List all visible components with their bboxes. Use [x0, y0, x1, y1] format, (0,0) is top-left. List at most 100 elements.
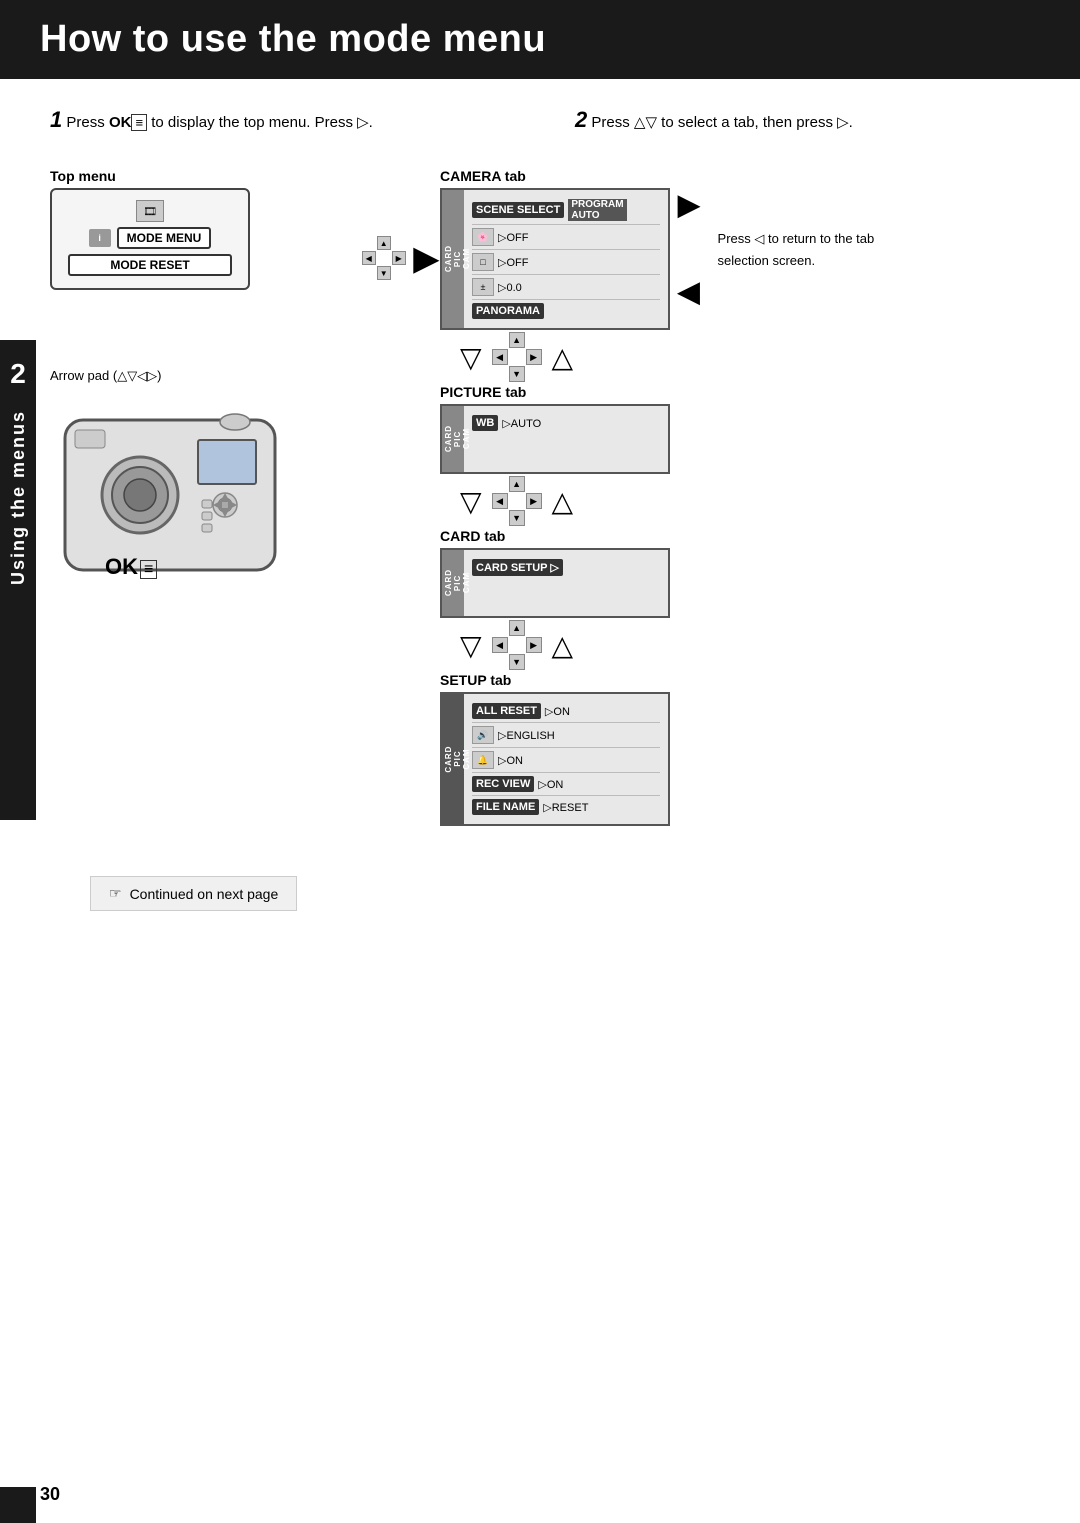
mid-arr-down: ▼: [509, 366, 525, 382]
flower-icon: 🌸: [472, 228, 494, 246]
top-icon-row: 🎞: [136, 200, 164, 222]
arr-right: ▶: [392, 251, 406, 265]
big-right-arrow: ▶: [414, 239, 439, 277]
mid-arrowpad-2: ▲ ◀ ▶ ▼: [492, 476, 542, 526]
up-arrow-1: △: [552, 341, 574, 374]
lang-val: ▷ENGLISH: [498, 729, 555, 742]
square-icon: □: [472, 253, 494, 271]
continued-note: ☞ Continued on next page: [90, 876, 297, 911]
step1-text: Press OK≡ to display the top menu. Press…: [66, 114, 372, 131]
vert-between-pic-card: ▽ ▲ ◀ ▶ ▼ △: [440, 476, 573, 526]
ok-text: i: [98, 233, 101, 243]
picture-tab-section: PICTURE tab SETCARDPICCAM WB ▷AUTO: [440, 384, 670, 474]
setup-tab-content: ALL RESET ▷ON 🔊 ▷ENGLISH 🔔 ▷ON: [464, 694, 668, 824]
setup-tab-section: SETUP tab SETUPCARDPICCAM ALL RESET ▷ON …: [440, 672, 670, 826]
down-arrow-1: ▽: [460, 341, 482, 374]
all-reset-val: ▷ON: [545, 705, 570, 718]
main-content: 1 Press OK≡ to display the top menu. Pre…: [0, 103, 1080, 911]
file-name-val: ▷RESET: [543, 801, 588, 814]
page-title: How to use the mode menu: [40, 18, 1040, 61]
card-tab-side: SETCARDPICCAM: [442, 550, 464, 616]
wb-val: ▷AUTO: [502, 417, 541, 430]
speaker-icon: 🔊: [472, 726, 494, 744]
file-name-label: FILE NAME: [472, 799, 539, 815]
wb-label: WB: [472, 415, 498, 431]
mid-arr-right: ▶: [526, 349, 542, 365]
mode-reset-button: MODE RESET: [68, 254, 232, 276]
mid3-arr-left: ◀: [492, 637, 508, 653]
camera-nav-arrows: ▶ ◀: [678, 188, 700, 308]
left-column: Top menu 🎞 i MODE MENU MODE RESET: [50, 168, 360, 826]
picture-tab-label: PICTURE tab: [440, 384, 670, 400]
camera-tab-row: SETCARDPICCAM SCENE SELECT PROGRAMAUTO 🌸: [440, 188, 700, 330]
mid3-arr-up: ▲: [509, 620, 525, 636]
bell-icon: 🔔: [472, 751, 494, 769]
card-tab-content: CARD SETUP ▷: [464, 550, 668, 585]
step-2: 2 Press △▽ to select a tab, then press ▷…: [575, 103, 1040, 136]
camera-side-labels: SETCARDPICCAM: [440, 245, 471, 272]
sidebar-section: 2 Using the menus: [0, 340, 36, 820]
continued-text: Continued on next page: [130, 886, 279, 902]
camera-tab-section: CAMERA tab SETCARDPICCAM SCENE SELE: [440, 168, 700, 330]
down-arrow-col: ▽: [460, 341, 482, 374]
scene-select-label: SCENE SELECT: [472, 202, 564, 218]
arr-down: ▼: [377, 266, 391, 280]
camera-image: OK≡: [50, 390, 300, 590]
step1-num: 1: [50, 107, 62, 132]
picture-tab-screen: SETCARDPICCAM WB ▷AUTO: [440, 404, 670, 474]
step2-num: 2: [575, 107, 587, 132]
camera-row-3: □ ▷OFF: [472, 250, 660, 275]
mode-menu-button: MODE MENU: [117, 227, 212, 249]
mode-menu-row: i MODE MENU: [89, 227, 212, 249]
camera-svg: [50, 390, 300, 590]
all-reset-label: ALL RESET: [472, 703, 541, 719]
top-menu-section: Top menu 🎞 i MODE MENU MODE RESET: [50, 168, 360, 290]
rec-view-val: ▷ON: [538, 778, 563, 791]
black-bar-decoration: [0, 1487, 36, 1523]
mid2-arr-down: ▼: [509, 510, 525, 526]
mid-arrowpad-3: ▲ ◀ ▶ ▼: [492, 620, 542, 670]
vert-between-cam-pic: ▽ ▲ ◀ ▶ ▼ △: [440, 332, 573, 382]
step2-text: Press △▽ to select a tab, then press ▷.: [591, 114, 852, 131]
setup-row-1: ALL RESET ▷ON: [472, 700, 660, 723]
mid2-arr-up: ▲: [509, 476, 525, 492]
mid-arr-left: ◀: [492, 349, 508, 365]
arrowpad-label: Arrow pad (△▽◁▷): [50, 368, 360, 384]
cam-left-arrow: ◀: [678, 275, 700, 308]
ok-menu-icon: ≡: [140, 560, 157, 579]
setup-row-5: FILE NAME ▷RESET: [472, 796, 660, 818]
top-arrow-section: ▲ ◀ ▶ ▼ ▶: [360, 206, 440, 826]
camera-row-5: PANORAMA: [472, 300, 660, 322]
card-side-labels: SETCARDPICCAM: [440, 569, 471, 596]
camera-row-1: SCENE SELECT PROGRAMAUTO: [472, 196, 660, 225]
ok-label: OK≡: [105, 554, 157, 580]
sidebar-label: Using the menus: [8, 410, 29, 585]
page-number: 30: [40, 1484, 60, 1505]
diagram-area: Top menu 🎞 i MODE MENU MODE RESET: [50, 168, 1040, 826]
sidebar-number: 2: [10, 358, 26, 390]
press-left-note: Press ◁ to return to the tab selection s…: [718, 228, 888, 272]
mid3-arr-right: ▶: [526, 637, 542, 653]
tabs-column: CAMERA tab SETCARDPICCAM SCENE SELE: [440, 168, 700, 826]
card-tab-section: CARD tab SETCARDPICCAM CARD SETUP ▷: [440, 528, 670, 618]
right-arrow-row: ▲ ◀ ▶ ▼ ▶: [362, 236, 439, 280]
arr-left: ◀: [362, 251, 376, 265]
down-arrow-3: ▽: [460, 629, 482, 662]
setup-tab-label: SETUP tab: [440, 672, 670, 688]
setup-tab-side: SETUPCARDPICCAM: [442, 694, 464, 824]
top-menu-label: Top menu: [50, 168, 116, 184]
right-layout: CAMERA tab SETCARDPICCAM SCENE SELE: [440, 168, 888, 826]
camera-tab-content: SCENE SELECT PROGRAMAUTO 🌸 ▷OFF □ ▷OFF: [464, 190, 668, 328]
steps-row: 1 Press OK≡ to display the top menu. Pre…: [50, 103, 1040, 136]
mid2-arr-left: ◀: [492, 493, 508, 509]
picture-side-labels: SETCARDPICCAM: [440, 425, 471, 452]
mid-arr-up: ▲: [509, 332, 525, 348]
arr-up: ▲: [377, 236, 391, 250]
up-arrow-2: △: [552, 485, 574, 518]
row4-val: ▷0.0: [498, 281, 522, 294]
continued-section: ☞ Continued on next page: [50, 856, 1040, 911]
camera-row-4: ± ▷0.0: [472, 275, 660, 300]
film-icon: 🎞: [136, 200, 164, 222]
card-tab-screen: SETCARDPICCAM CARD SETUP ▷: [440, 548, 670, 618]
note-icon: ☞: [109, 885, 122, 902]
